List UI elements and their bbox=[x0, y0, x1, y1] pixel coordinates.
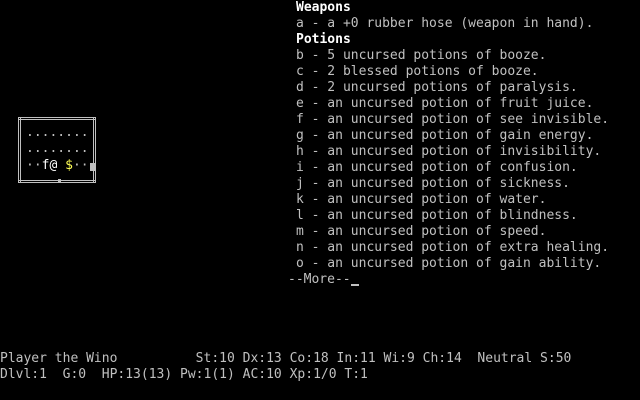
status-line-2: Dlvl:1 G:0 HP:13(13) Pw:1(1) AC:10 Xp:1/… bbox=[0, 367, 368, 382]
doorway-east bbox=[90, 163, 96, 171]
doorway-south bbox=[58, 179, 61, 183]
inventory-item-m[interactable]: m - an uncursed potion of speed. bbox=[296, 224, 546, 240]
inventory-item-h[interactable]: h - an uncursed potion of invisibility. bbox=[296, 144, 601, 160]
game-terminal[interactable]: Weapons a - a +0 rubber hose (weapon in … bbox=[0, 0, 640, 400]
inventory-item-f[interactable]: f - an uncursed potion of see invisible. bbox=[296, 112, 609, 128]
floor-tiles-right: ·· bbox=[72, 158, 89, 173]
gold-glyph: $ bbox=[65, 158, 73, 173]
room-wall-bottom bbox=[18, 180, 96, 183]
inventory-item-b[interactable]: b - 5 uncursed potions of booze. bbox=[296, 48, 546, 64]
floor-tile bbox=[57, 158, 65, 173]
inventory-item-o[interactable]: o - an uncursed potion of gain ability. bbox=[296, 256, 601, 272]
section-header-potions: Potions bbox=[296, 32, 351, 47]
inventory-item-g[interactable]: g - an uncursed potion of gain energy. bbox=[296, 128, 593, 144]
inventory-item-l[interactable]: l - an uncursed potion of blindness. bbox=[296, 208, 578, 224]
section-header-weapons: Weapons bbox=[296, 0, 351, 15]
dungeon-map: ........ ........ ··f@ $·· bbox=[18, 117, 96, 185]
inventory-item-n[interactable]: n - an uncursed potion of extra healing. bbox=[296, 240, 609, 256]
inventory-item-c[interactable]: c - 2 blessed potions of booze. bbox=[296, 64, 539, 80]
inventory-item-j[interactable]: j - an uncursed potion of sickness. bbox=[296, 176, 570, 192]
room-wall-top bbox=[18, 117, 96, 120]
more-prompt-text: --More-- bbox=[288, 272, 351, 287]
inventory-item-a[interactable]: a - a +0 rubber hose (weapon in hand). bbox=[296, 16, 593, 32]
floor-tiles-left: ·· bbox=[26, 158, 42, 173]
room-wall-right bbox=[93, 117, 96, 183]
text-cursor bbox=[350, 272, 359, 286]
floor-row-1: ........ bbox=[26, 125, 89, 140]
inventory-item-e[interactable]: e - an uncursed potion of fruit juice. bbox=[296, 96, 593, 112]
more-prompt[interactable]: --More-- bbox=[288, 272, 359, 288]
status-line-1: Player the Wino St:10 Dx:13 Co:18 In:11 … bbox=[0, 351, 572, 366]
inventory-item-d[interactable]: d - 2 uncursed potions of paralysis. bbox=[296, 80, 578, 96]
floor-row-2: ........ bbox=[26, 141, 89, 156]
inventory-item-i[interactable]: i - an uncursed potion of confusion. bbox=[296, 160, 578, 176]
inventory-item-k[interactable]: k - an uncursed potion of water. bbox=[296, 192, 546, 208]
room-wall-left bbox=[18, 117, 21, 183]
floor-row-3: ··f@ $·· bbox=[26, 158, 89, 174]
